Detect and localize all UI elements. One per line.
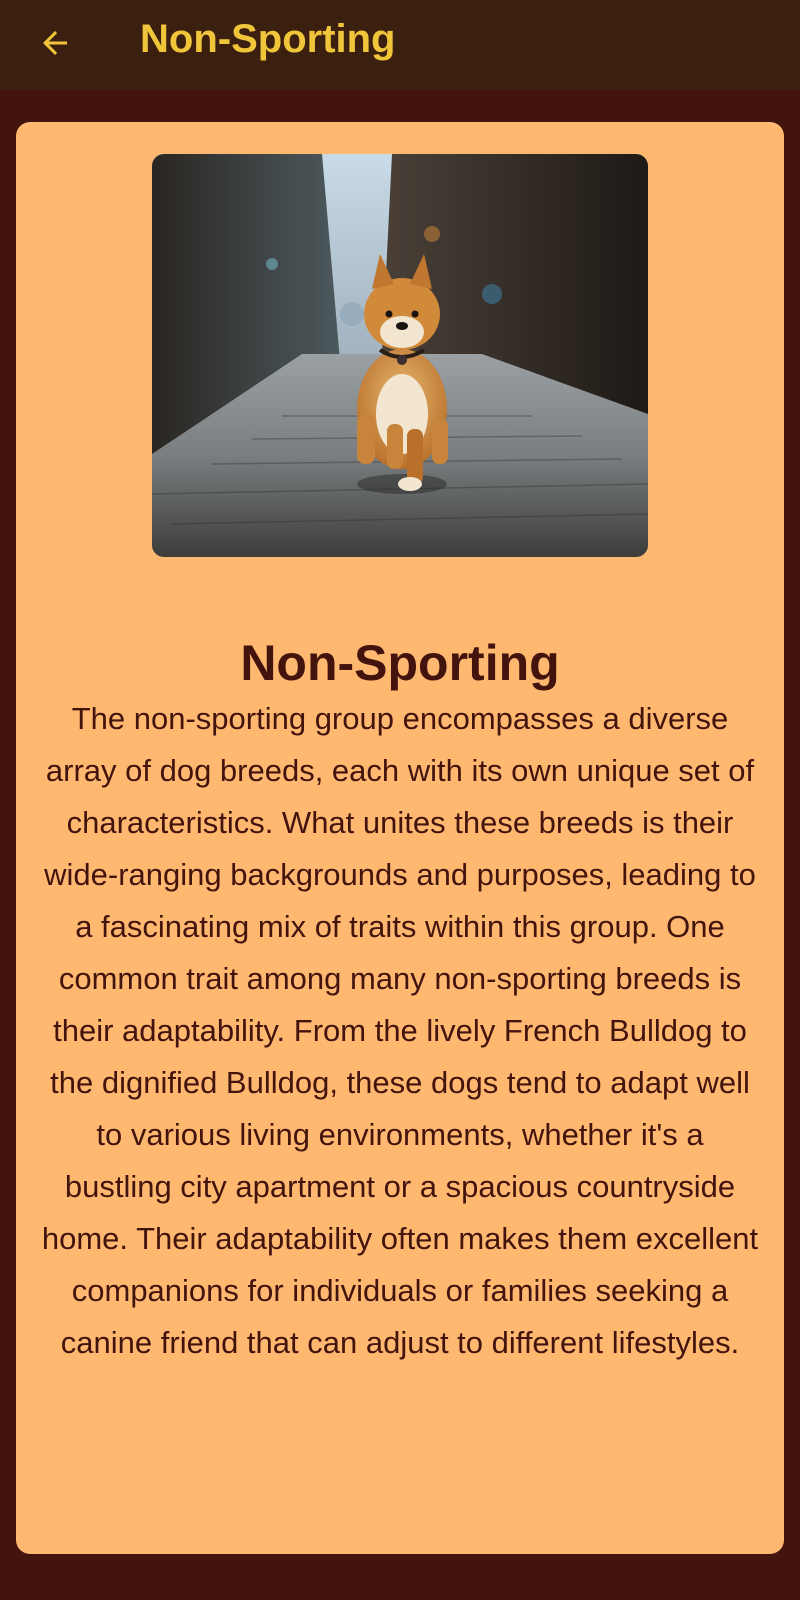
back-button[interactable] <box>30 18 80 68</box>
group-detail-card: Non-Sporting The non-sporting group enco… <box>16 122 784 1554</box>
page-title: Non-Sporting <box>140 17 396 61</box>
dog-street-illustration <box>152 154 648 557</box>
arrow-left-icon <box>43 31 67 55</box>
group-description: The non-sporting group encompasses a div… <box>41 701 759 1360</box>
app-bar: Non-Sporting <box>0 0 800 90</box>
breed-photo <box>152 154 648 557</box>
group-heading: Non-Sporting <box>240 635 560 691</box>
